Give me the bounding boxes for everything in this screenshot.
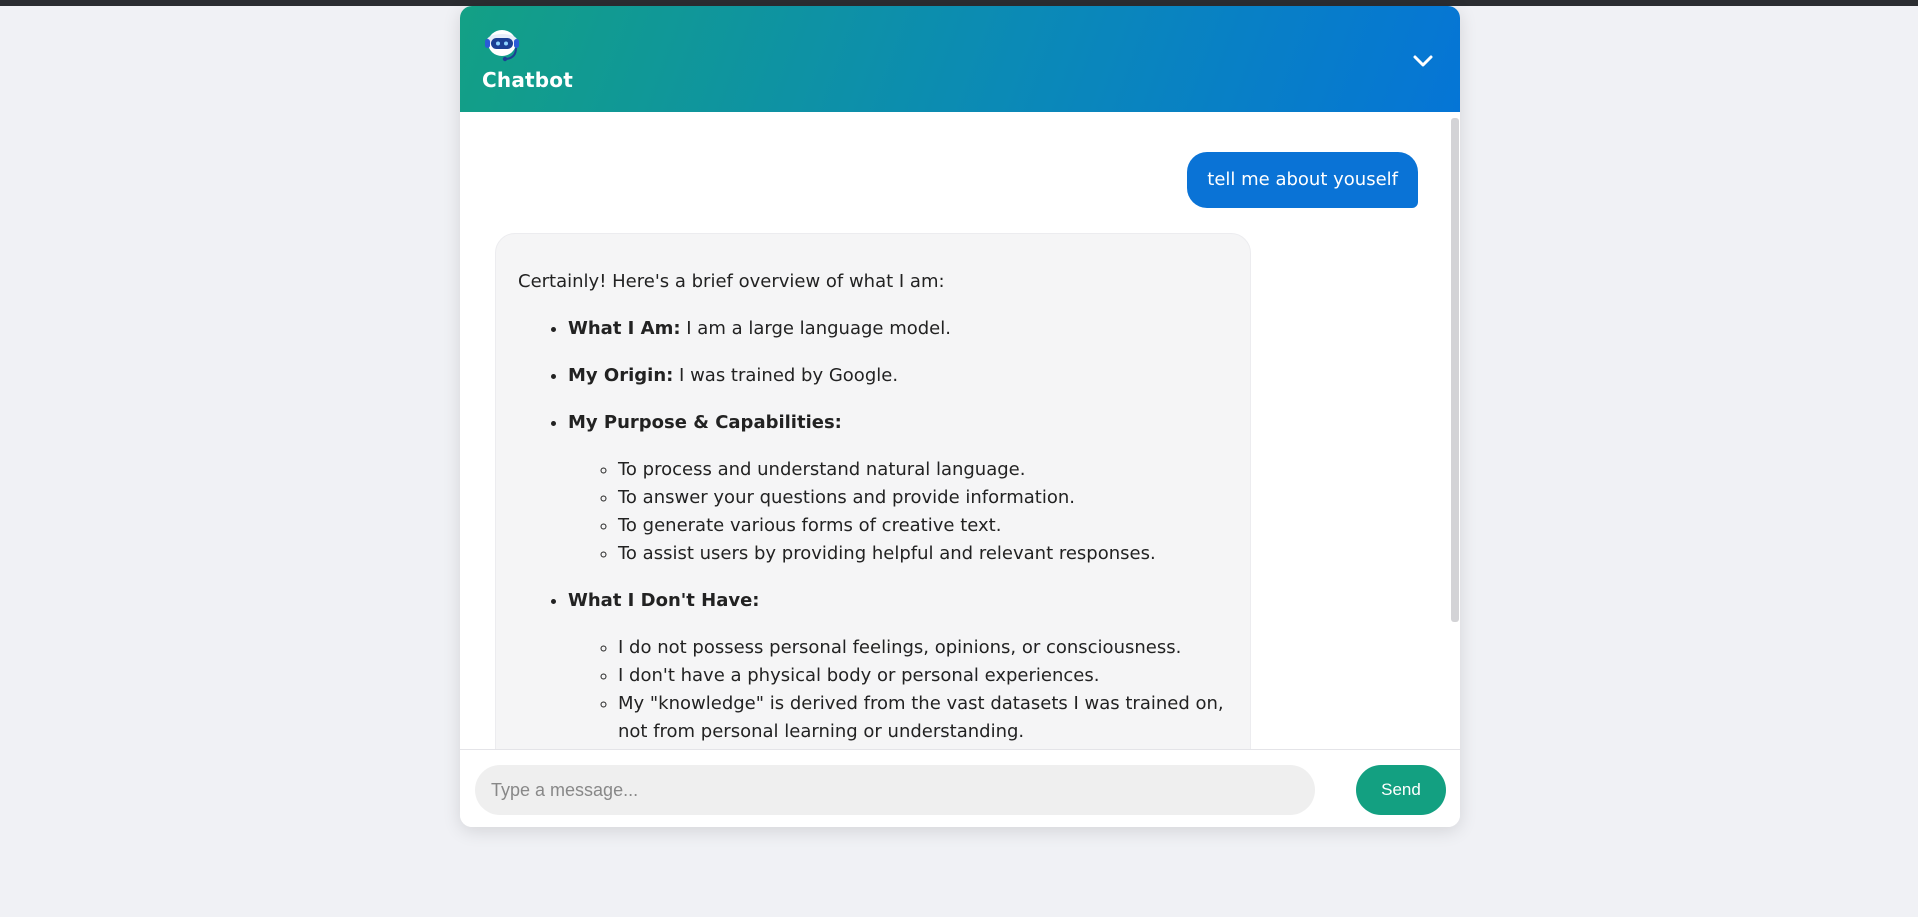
sub-list: I do not possess personal feelings, opin… (568, 634, 1228, 746)
input-bar: Send (460, 749, 1460, 827)
send-button[interactable]: Send (1356, 765, 1446, 815)
chat-header-title: Chatbot (482, 68, 573, 92)
list-item-text: I am a large language model. (680, 318, 951, 339)
list-item: What I Don't Have: I do not possess pers… (568, 587, 1228, 746)
message-input[interactable] (475, 765, 1315, 815)
sub-list-item: To process and understand natural langua… (618, 456, 1228, 484)
list-item: What I Am: I am a large language model. (568, 315, 1228, 343)
list-item-label: What I Don't Have: (568, 590, 760, 611)
message-list[interactable]: tell me about youself Certainly! Here's … (460, 112, 1460, 749)
robot-headset-icon (485, 30, 519, 62)
list-item: My Purpose & Capabilities: To process an… (568, 409, 1228, 568)
list-item: My Origin: I was trained by Google. (568, 362, 1228, 390)
sub-list-item: To answer your questions and provide inf… (618, 484, 1228, 512)
chat-header: Chatbot (460, 6, 1460, 112)
list-item-label: My Origin: (568, 365, 674, 386)
messages-scrollbar[interactable] (1450, 112, 1460, 749)
chevron-down-icon[interactable] (1408, 48, 1438, 74)
scrollbar-thumb[interactable] (1451, 118, 1459, 622)
bot-message: Certainly! Here's a brief overview of wh… (495, 233, 1251, 749)
bot-message-list: What I Am: I am a large language model. … (518, 315, 1228, 746)
sub-list: To process and understand natural langua… (568, 456, 1228, 568)
sub-list-item: I don't have a physical body or personal… (618, 662, 1228, 690)
user-message: tell me about youself (1187, 152, 1418, 208)
sub-list-item: I do not possess personal feelings, opin… (618, 634, 1228, 662)
sub-list-item: To generate various forms of creative te… (618, 512, 1228, 540)
list-item-label: My Purpose & Capabilities: (568, 412, 842, 433)
list-item-text: I was trained by Google. (673, 365, 899, 386)
bot-message-intro: Certainly! Here's a brief overview of wh… (518, 271, 945, 292)
list-item-label: What I Am: (568, 318, 681, 339)
sub-list-item: To assist users by providing helpful and… (618, 540, 1228, 568)
sub-list-item: My "knowledge" is derived from the vast … (618, 690, 1228, 746)
chat-widget: Chatbot tell me about youself Certainly!… (460, 6, 1460, 827)
